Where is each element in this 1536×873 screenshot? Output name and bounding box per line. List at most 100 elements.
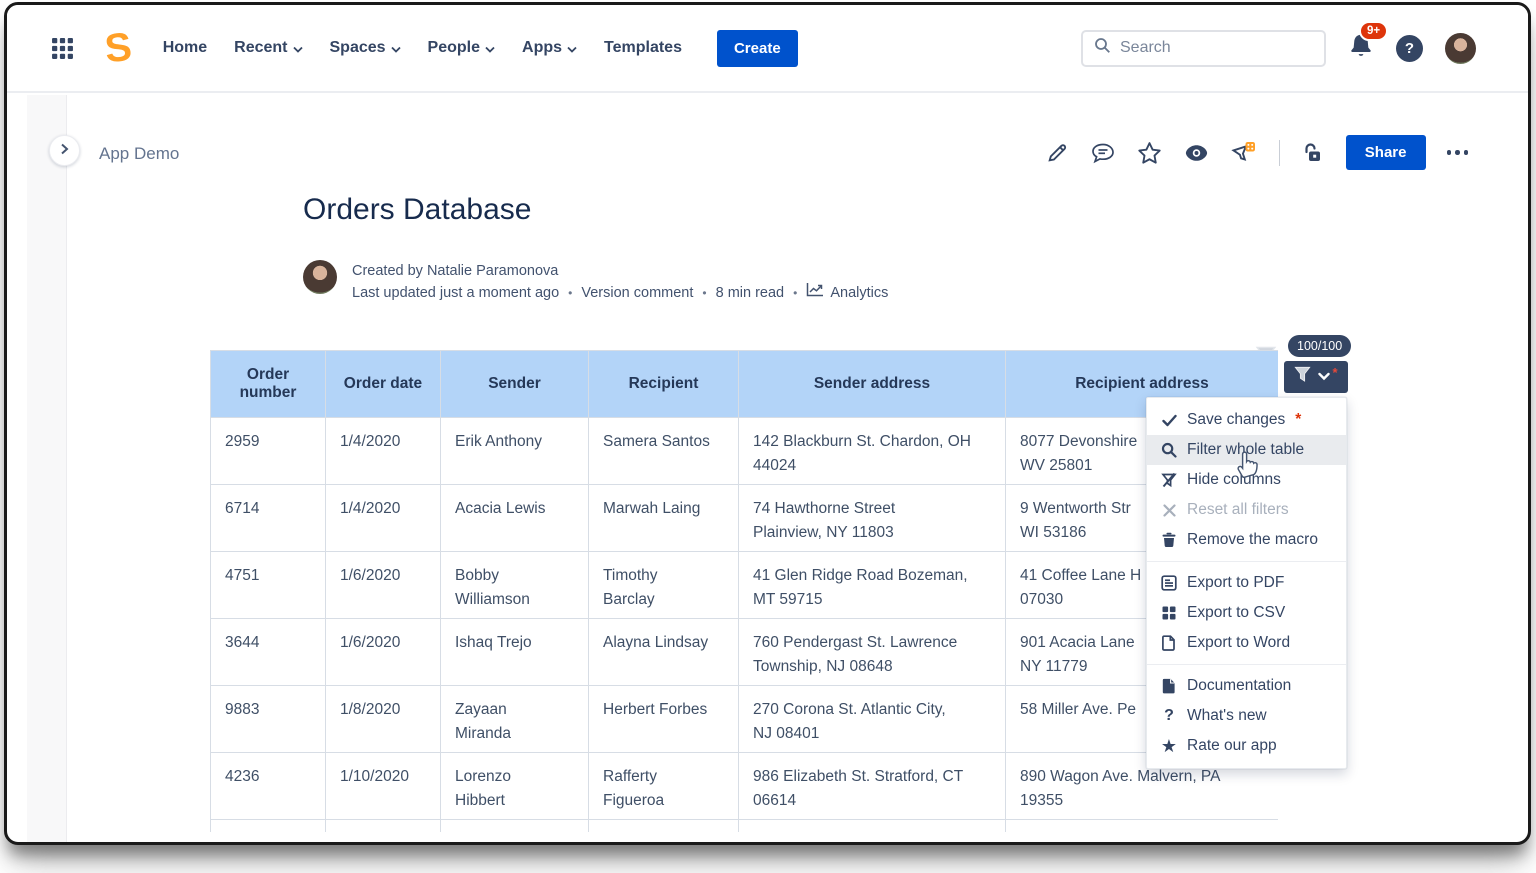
filtered-rows-counter: 100/100 (1288, 335, 1351, 357)
table-cell: 1/4/2020 (326, 485, 441, 552)
table-cell: 1/8/2020 (326, 686, 441, 753)
export-pdf-icon (1159, 575, 1179, 591)
table-cell-empty (1006, 820, 1278, 832)
edit-pencil-icon[interactable] (1046, 141, 1069, 164)
table-cell: 41 Glen Ridge Road Bozeman, MT 59715 (739, 552, 1006, 619)
comment-icon[interactable] (1090, 141, 1116, 165)
menu-separator (1147, 561, 1346, 562)
table-cell: 4751 (211, 552, 326, 619)
table-cell: Timothy Barclay (589, 552, 739, 619)
sidebar-expand-button[interactable] (49, 135, 80, 166)
nav-item-templates[interactable]: Templates (604, 39, 682, 57)
table-cell: 1/4/2020 (326, 418, 441, 485)
nav-item-home[interactable]: Home (163, 39, 207, 57)
table-cell: 1/6/2020 (326, 619, 441, 686)
help-button[interactable]: ? (1396, 35, 1423, 62)
page-title: Orders Database (303, 193, 531, 227)
table-cell-empty (441, 820, 589, 832)
table-cell: 270 Corona St. Atlantic City, NJ 08401 (739, 686, 1006, 753)
top-navigation: S Home Recent Spaces People Apps Templat… (7, 5, 1528, 93)
menu-item-export-to-csv[interactable]: Export to CSV (1147, 598, 1346, 628)
table-cell: 760 Pendergast St. Lawrence Township, NJ… (739, 619, 1006, 686)
menu-item-save-changes[interactable]: Save changes * (1147, 405, 1346, 435)
create-button[interactable]: Create (717, 30, 798, 67)
menu-item-export-to-pdf[interactable]: Export to PDF (1147, 568, 1346, 598)
table-cell: 6714 (211, 485, 326, 552)
search-input[interactable] (1120, 39, 1313, 57)
version-comment-link[interactable]: Version comment (581, 282, 693, 304)
table-cell: Bobby Williamson (441, 552, 589, 619)
nav-item-people[interactable]: People (428, 39, 495, 57)
notification-count-badge: 9+ (1359, 21, 1388, 41)
column-header: Sender (441, 351, 589, 418)
nav-item-recent[interactable]: Recent (234, 39, 302, 57)
browser-frame: S Home Recent Spaces People Apps Templat… (4, 2, 1531, 845)
share-button[interactable]: Share (1346, 135, 1426, 170)
table-cell-empty (326, 820, 441, 832)
collapsed-sidebar (27, 95, 67, 842)
menu-item-remove-the-macro[interactable]: Remove the macro (1147, 525, 1346, 555)
hide-columns-icon (1159, 472, 1179, 488)
search-box[interactable] (1081, 30, 1326, 67)
menu-item-export-to-word[interactable]: Export to Word (1147, 628, 1346, 658)
analytics-chart-icon (806, 282, 824, 304)
chevron-down-icon (391, 46, 401, 53)
search-icon (1094, 37, 1111, 59)
menu-item-documentation[interactable]: Documentation (1147, 671, 1346, 701)
table-cell: 2959 (211, 418, 326, 485)
last-updated[interactable]: Last updated just a moment ago (352, 282, 559, 304)
chevron-down-icon (567, 46, 577, 53)
table-cell: 986 Elizabeth St. Stratford, CT 06614 (739, 753, 1006, 820)
table-cell-empty (589, 820, 739, 832)
table-cell: Herbert Forbes (589, 686, 739, 753)
table-cell: Marwah Laing (589, 485, 739, 552)
funnel-icon (1294, 366, 1311, 388)
unlocked-padlock-icon[interactable] (1301, 141, 1325, 165)
menu-separator (1147, 664, 1346, 665)
author-avatar[interactable] (303, 260, 337, 294)
chevron-right-icon (60, 142, 69, 160)
favorite-star-icon[interactable] (1137, 141, 1162, 165)
table-filter-button[interactable]: * (1284, 361, 1348, 393)
menu-item-reset-all-filters: Reset all filters (1147, 495, 1346, 525)
table-cell: Alayna Lindsay (589, 619, 739, 686)
star-icon: ★ (1159, 737, 1179, 755)
table-cell: Erik Anthony (441, 418, 589, 485)
byline: Created by Natalie Paramonova Last updat… (303, 260, 888, 304)
product-logo[interactable]: S (103, 24, 134, 72)
table-cell: 74 Hawthorne Street Plainview, NY 11803 (739, 485, 1006, 552)
question-icon: ? (1159, 707, 1179, 725)
documentation-icon (1159, 678, 1179, 694)
column-header: Order number (211, 351, 326, 418)
table-cell-empty (739, 820, 1006, 832)
orders-table: Order number Order date Sender Recipient… (210, 350, 1278, 832)
menu-item-whats-new[interactable]: ? What's new (1147, 701, 1346, 731)
notifications-button[interactable]: 9+ (1348, 32, 1374, 64)
more-actions-icon[interactable] (1447, 150, 1469, 155)
nav-item-spaces[interactable]: Spaces (330, 39, 401, 57)
user-avatar[interactable] (1445, 33, 1476, 64)
column-header: Recipient (589, 351, 739, 418)
analytics-link[interactable]: Analytics (806, 282, 888, 304)
table-cell: 4236 (211, 753, 326, 820)
divider (1279, 140, 1280, 166)
app-switcher-icon[interactable] (51, 37, 74, 60)
watch-eye-icon[interactable] (1183, 141, 1210, 165)
page-actions: Share (1046, 135, 1468, 170)
nav-item-apps[interactable]: Apps (522, 39, 577, 57)
table-cell: Rafferty Figueroa (589, 753, 739, 820)
column-header: Sender address (739, 351, 1006, 418)
created-by: Created by Natalie Paramonova (352, 260, 888, 282)
table-cell: Ishaq Trejo (441, 619, 589, 686)
check-icon (1159, 414, 1179, 427)
export-csv-icon (1159, 605, 1179, 621)
table-cell: Zayaan Miranda (441, 686, 589, 753)
trash-icon (1159, 532, 1179, 548)
table-cell: Lorenzo Hibbert (441, 753, 589, 820)
table-filter-app-icon[interactable] (1231, 139, 1258, 166)
breadcrumb[interactable]: App Demo (99, 144, 179, 164)
menu-item-rate-our-app[interactable]: ★ Rate our app (1147, 731, 1346, 761)
table-cell: 142 Blackburn St. Chardon, OH 44024 (739, 418, 1006, 485)
search-icon (1159, 442, 1179, 458)
read-time: 8 min read (716, 282, 785, 304)
